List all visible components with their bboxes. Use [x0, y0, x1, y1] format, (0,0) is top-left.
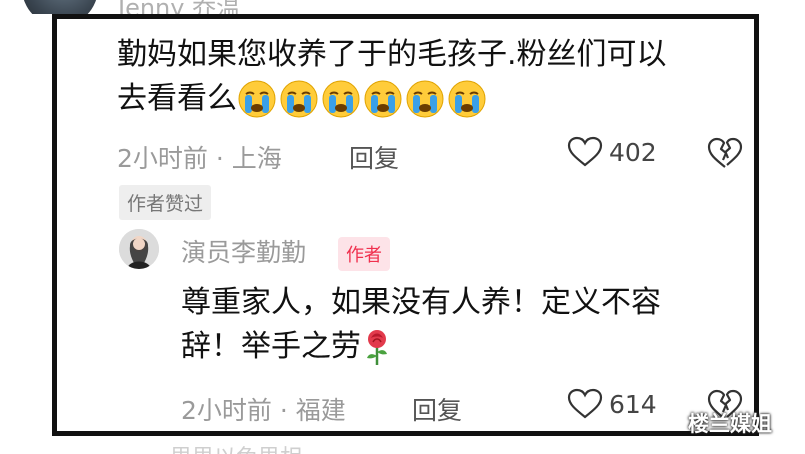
commenter-avatar[interactable] [22, 0, 98, 14]
previous-comment-header: Jenny 乔温 [0, 0, 805, 14]
reply-meta: 2小时前 · 福建 [181, 391, 346, 427]
comment-time: 2小时前 [117, 144, 208, 173]
reply-reply-button[interactable]: 回复 [412, 391, 462, 427]
heart-icon [567, 136, 603, 167]
watermark: 楼兰媒姐 [688, 412, 772, 436]
crying-emoji-icon [280, 80, 318, 118]
comment-line2: 去看看么 [117, 77, 487, 121]
author-avatar[interactable] [119, 229, 159, 269]
author-badge: 作者 [338, 237, 390, 271]
highlight-frame: 勤妈如果您收养了于的毛孩子.粉丝们可以 去看看么 2小时前 · 上海 回复 40… [52, 14, 759, 436]
crying-emoji-icon [406, 80, 444, 118]
reply-location: 福建 [295, 396, 346, 425]
comment-like-button[interactable]: 402 [567, 136, 657, 168]
next-comment-partial: 思思以免思相 [170, 440, 302, 454]
crying-emoji-icon [238, 80, 276, 118]
crying-emoji-icon [322, 80, 360, 118]
reply-text-line1: 尊重家人，如果没有人养！定义不容 [181, 285, 661, 320]
crying-emoji-row [237, 79, 487, 119]
meta-separator: · [215, 144, 232, 173]
heart-icon [567, 388, 603, 419]
crying-emoji-icon [364, 80, 402, 118]
comment-text-line2: 去看看么 [117, 81, 237, 116]
reply-time: 2小时前 [181, 396, 272, 425]
reply-like-button[interactable]: 614 [567, 388, 657, 420]
comment-location: 上海 [231, 144, 282, 173]
crying-emoji-icon [448, 80, 486, 118]
comment-meta: 2小时前 · 上海 [117, 139, 282, 175]
author-liked-tag: 作者赞过 [119, 185, 212, 220]
author-name[interactable]: 演员李勤勤 [181, 233, 306, 269]
comment-like-count: 402 [609, 137, 657, 167]
comment-text-line1: 勤妈如果您收养了于的毛孩子.粉丝们可以 [117, 37, 667, 72]
reply-line2: 辞！举手之劳 [181, 325, 391, 369]
commenter-username[interactable]: Jenny 乔温 [118, 0, 240, 14]
broken-heart-icon[interactable] [707, 136, 743, 170]
comment-reply-button[interactable]: 回复 [349, 139, 399, 175]
reply-text-line2: 辞！举手之劳 [181, 329, 361, 364]
meta-separator: · [279, 396, 296, 425]
reply-like-count: 614 [609, 389, 657, 419]
rose-icon [367, 330, 387, 365]
author-portrait-icon [119, 229, 159, 269]
